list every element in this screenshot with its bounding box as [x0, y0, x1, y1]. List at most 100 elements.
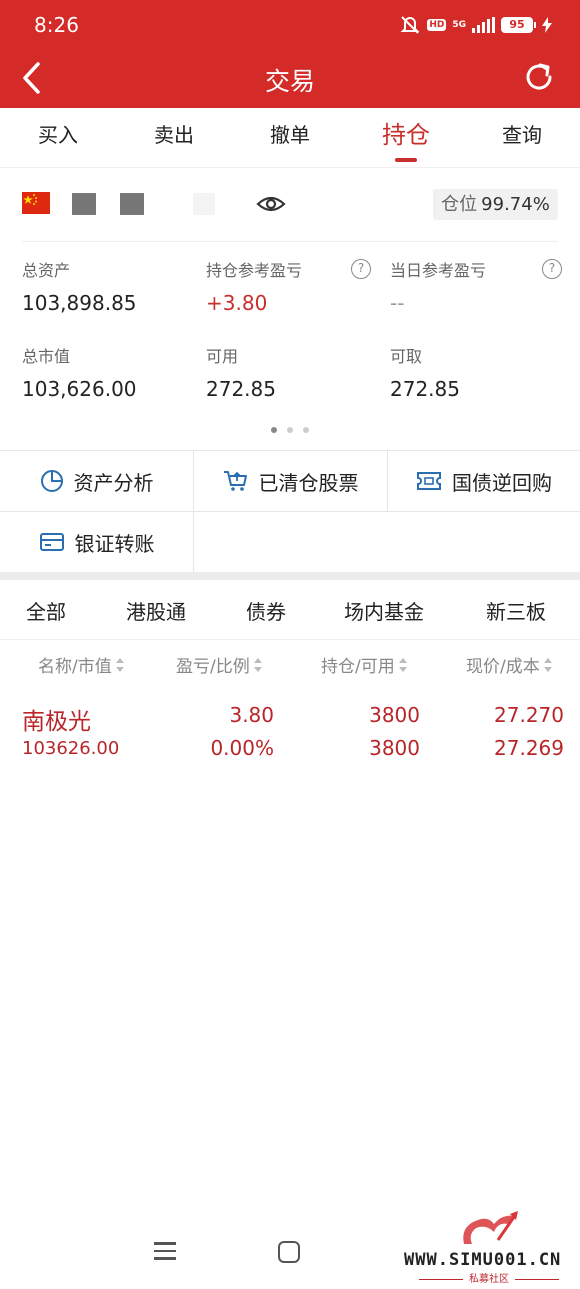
asset-analysis-label: 资产分析 [73, 470, 154, 495]
asset-category-tabs: 全部 港股通 债券 场内基金 新三板 [0, 580, 580, 640]
position-ratio-badge: 仓位 99.74% [433, 189, 558, 220]
tab-sell[interactable]: 卖出 [116, 108, 232, 167]
network-label: 5G [452, 19, 466, 30]
tab-positions[interactable]: 持仓 [348, 108, 464, 167]
total-assets-value: 103,898.85 [22, 291, 137, 315]
battery-icon: 95 [501, 17, 536, 33]
tab-query[interactable]: 查询 [464, 108, 580, 167]
sort-pnl-ratio[interactable]: 盈亏/比例 [176, 652, 262, 677]
cleared-stocks-label: 已清仓股票 [258, 470, 359, 495]
market-value-value: 103,626.00 [22, 377, 137, 401]
holdings-table-header: 名称/市值 盈亏/比例 持仓/可用 现价/成本 [0, 640, 580, 686]
home-icon[interactable] [278, 1241, 300, 1263]
trade-tabs: 买入 卖出 撤单 持仓 查询 [0, 108, 580, 168]
cart-icon [223, 471, 247, 491]
available-label: 可用 [206, 347, 239, 366]
withdrawable-funds: 可取 272.85 [390, 343, 460, 401]
help-icon[interactable]: ? [542, 259, 562, 279]
mute-icon [400, 16, 420, 34]
sort-price-cost[interactable]: 现价/成本 [466, 652, 552, 677]
withdrawable-label: 可取 [390, 347, 423, 366]
status-time: 8:26 [34, 13, 79, 37]
sort-icon [253, 657, 262, 672]
column-header: 名称/市值 [38, 657, 112, 677]
card-icon [39, 533, 64, 551]
masked-account-block [120, 193, 144, 215]
page-indicator [0, 427, 580, 433]
section-separator [0, 572, 580, 580]
stock-cost: 27.269 [494, 736, 564, 760]
divider [22, 241, 558, 242]
sort-icon [115, 657, 124, 672]
app-header: 交易 [0, 50, 580, 108]
category-neeq[interactable]: 新三板 [486, 596, 546, 625]
page-dot [287, 427, 293, 433]
position-ratio-label: 仓位 [441, 194, 478, 215]
position-ratio-value: 99.74% [481, 194, 550, 215]
masked-account-block [72, 193, 96, 215]
stock-name: 南极光 [22, 709, 91, 735]
total-assets-label: 总资产 [22, 261, 71, 280]
page-dot [303, 427, 309, 433]
menu-icon[interactable] [154, 1242, 176, 1260]
watermark-subtitle: 私募社区 [408, 1270, 570, 1285]
stock-price: 27.270 [494, 703, 564, 727]
total-assets: 总资产 103,898.85 [22, 257, 137, 315]
page-title: 交易 [264, 67, 315, 96]
bank-transfer-button[interactable]: 银证转账 [0, 512, 194, 573]
stock-pnl-ratio: 0.00% [210, 736, 274, 760]
help-icon[interactable]: ? [351, 259, 371, 279]
cleared-stocks-button[interactable]: 已清仓股票 [194, 451, 388, 512]
holding-pnl-value: +3.80 [206, 291, 268, 315]
system-navigation-bar: WWW.SIMU001.CN 私募社区 [0, 1210, 580, 1289]
market-value-label: 总市值 [22, 347, 71, 366]
watermark-site: WWW.SIMU001.CN [404, 1250, 562, 1270]
stock-pnl: 3.80 [229, 703, 274, 727]
daily-pnl-value: -- [390, 291, 405, 315]
battery-level: 95 [501, 17, 533, 33]
category-hk-connect[interactable]: 港股通 [126, 596, 186, 625]
account-summary: 仓位 99.74% 总资产 103,898.85 持仓参考盈亏 +3.80 ? 当… [0, 168, 580, 450]
reverse-repo-label: 国债逆回购 [452, 470, 552, 495]
daily-pnl-label: 当日参考盈亏 [390, 261, 487, 280]
ticket-icon [417, 472, 441, 490]
category-all[interactable]: 全部 [26, 596, 66, 625]
daily-pnl: 当日参考盈亏 -- [390, 257, 486, 315]
tab-buy[interactable]: 买入 [0, 108, 116, 167]
market-value: 总市值 103,626.00 [22, 343, 137, 401]
stock-holding: 3800 [369, 703, 420, 727]
sort-icon [398, 657, 407, 672]
tab-cancel-order[interactable]: 撤单 [232, 108, 348, 167]
available-funds: 可用 272.85 [206, 343, 276, 401]
table-row[interactable]: 南极光 103626.00 3.80 0.00% 3800 3800 27.27… [0, 690, 580, 770]
charging-icon [542, 17, 552, 33]
available-value: 272.85 [206, 377, 276, 401]
pie-chart-icon [40, 470, 63, 492]
holding-pnl: 持仓参考盈亏 +3.80 [206, 257, 302, 315]
column-header: 现价/成本 [466, 657, 540, 677]
eye-icon[interactable] [256, 192, 286, 216]
reverse-repo-button[interactable]: 国债逆回购 [388, 451, 580, 512]
status-bar: 8:26 HD 5G 95 [0, 0, 580, 50]
category-exchange-funds[interactable]: 场内基金 [344, 596, 424, 625]
masked-account-block [193, 193, 215, 215]
refresh-icon[interactable] [522, 60, 556, 94]
function-grid: 资产分析 已清仓股票 国债逆回购 银证转账 [0, 450, 580, 573]
stock-available: 3800 [369, 736, 420, 760]
hd-icon: HD [427, 19, 447, 31]
holding-pnl-label: 持仓参考盈亏 [206, 261, 303, 280]
sort-holding-available[interactable]: 持仓/可用 [321, 652, 407, 677]
china-flag-icon [22, 192, 50, 214]
sort-icon [543, 657, 552, 672]
sort-name-market-value[interactable]: 名称/市值 [38, 652, 124, 677]
watermark-logo-icon [463, 1211, 518, 1244]
page-dot [271, 427, 277, 433]
stock-market-value: 103626.00 [22, 738, 120, 759]
system-indicators: HD 5G 95 [399, 14, 552, 36]
category-bonds[interactable]: 债券 [246, 596, 286, 625]
withdrawable-value: 272.85 [390, 377, 460, 401]
asset-analysis-button[interactable]: 资产分析 [0, 451, 194, 512]
column-header: 持仓/可用 [321, 657, 395, 677]
bank-transfer-label: 银证转账 [74, 531, 155, 556]
column-header: 盈亏/比例 [176, 657, 250, 677]
